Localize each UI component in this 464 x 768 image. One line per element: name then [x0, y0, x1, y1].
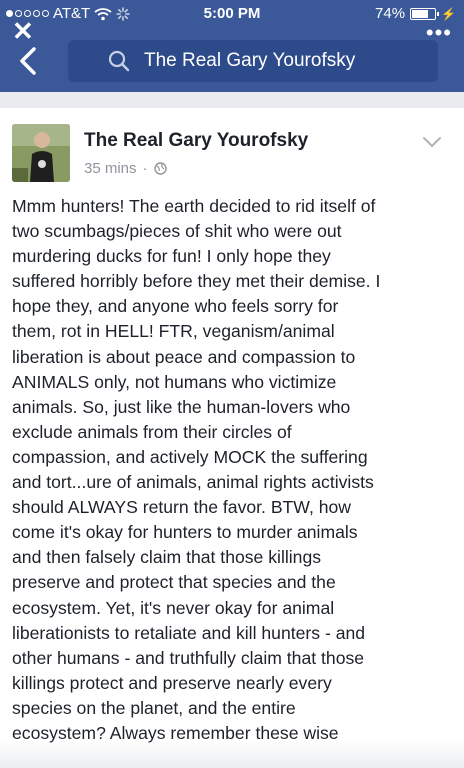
- post-text-line: come it's okay for hunters to murder ani…: [12, 522, 358, 543]
- post-card: The Real Gary Yourofsky 35 mins · Mmm hu…: [0, 108, 464, 768]
- charging-icon: ⚡: [441, 6, 456, 21]
- post-text-line: preserve and protect that species and th…: [12, 572, 336, 593]
- post-time[interactable]: 35 mins: [84, 160, 137, 177]
- navigation-bar: AT&T 5:00 PM 74% ⚡ ✕ ••• The Real Gary Y…: [0, 0, 464, 92]
- post-text-line: liberation is about peace and compassion…: [12, 346, 356, 367]
- post-text-line: should ALWAYS return the favor. BTW, how: [12, 497, 351, 518]
- post-text-line: ecosystem. Yet, it's never okay for anim…: [12, 597, 335, 618]
- post-text-line: compassion, and actively MOCK the suffer…: [12, 446, 368, 467]
- post-text-line: suffered horribly before they met their …: [12, 271, 381, 292]
- post-text-line: and tort...ure of animals, animal rights…: [12, 472, 374, 493]
- post-text-line: and then falsely claim that those killin…: [12, 547, 322, 568]
- close-icon[interactable]: ✕: [12, 18, 34, 44]
- post-text-line: Mmm hunters! The earth decided to rid it…: [12, 196, 376, 216]
- search-icon: [108, 50, 130, 72]
- post-text-line: ANIMALS only, not humans who victimize: [12, 371, 337, 392]
- meta-separator: ·: [142, 160, 148, 177]
- post-text-line: killings protect and preserve nearly eve…: [12, 672, 332, 693]
- avatar[interactable]: [12, 124, 70, 182]
- post-text-line: species on the planet, and the entire: [12, 697, 296, 718]
- post-text: Mmm hunters! The earth decided to rid it…: [12, 194, 456, 746]
- post-text-line: hope they, and anyone who feels sorry fo…: [12, 296, 339, 317]
- post-text-line: them, rot in HELL! FTR, veganism/animal: [12, 321, 335, 342]
- bottom-fade: [0, 740, 464, 768]
- post-meta: 35 mins ·: [84, 160, 167, 177]
- post-text-line: two scumbags/pieces of shit who were out: [12, 221, 342, 242]
- chevron-down-icon[interactable]: [422, 136, 442, 148]
- post-text-line: liberationists to retaliate and kill hun…: [12, 622, 366, 643]
- profile-photo: [12, 124, 70, 182]
- back-arrow-icon[interactable]: [14, 44, 44, 78]
- status-bar: AT&T 5:00 PM 74% ⚡: [0, 0, 464, 28]
- post-text-line: other humans - and truthfully claim that…: [12, 647, 365, 668]
- search-query: The Real Gary Yourofsky: [144, 50, 356, 71]
- post-text-line: exclude animals from their circles of: [12, 421, 292, 442]
- battery-icon: [410, 7, 440, 20]
- globe-icon: [153, 162, 167, 175]
- post-text-line: murdering ducks for fun! I only hope the…: [12, 246, 331, 267]
- post-text-line: animals. So, just like the human-lovers …: [12, 396, 351, 417]
- battery-percent: 74%: [375, 5, 406, 22]
- search-input[interactable]: The Real Gary Yourofsky: [68, 40, 438, 82]
- author-name[interactable]: The Real Gary Yourofsky: [84, 130, 308, 152]
